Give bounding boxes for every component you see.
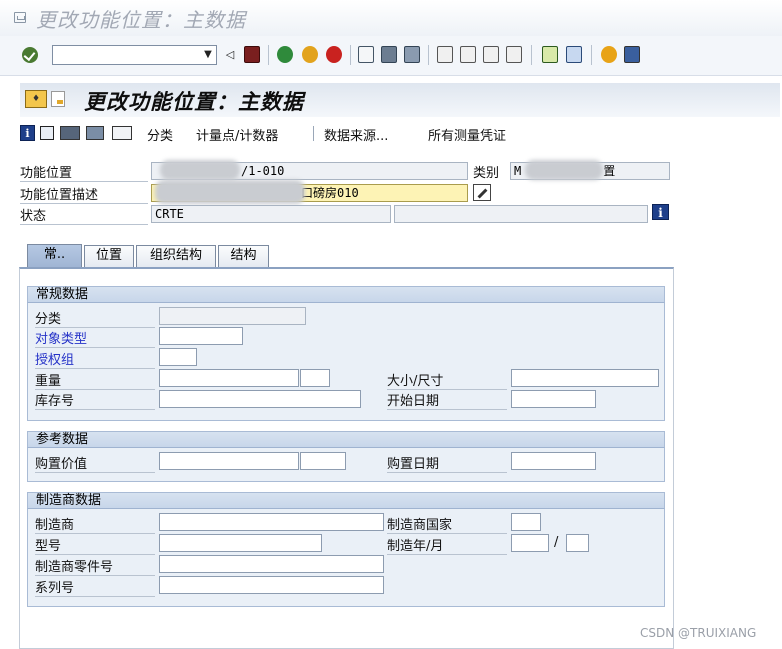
find-binoculars-icon[interactable] [60, 126, 80, 140]
object-type-label[interactable]: 对象类型 [35, 328, 155, 348]
inventory-no-label: 库存号 [35, 390, 155, 410]
tab-general[interactable]: 常.. [27, 244, 82, 268]
func-loc-desc-value: 口磅房010 [301, 186, 359, 200]
cancel-icon[interactable] [326, 46, 342, 63]
classification-button[interactable]: 分类 [147, 125, 173, 144]
general-data-title: 常规数据 [27, 286, 665, 303]
acq-currency-field[interactable] [300, 452, 346, 470]
category-value-suffix: 置 [603, 164, 616, 178]
func-loc-value: /1-010 [241, 164, 285, 178]
toolbar-separator [591, 45, 592, 65]
func-loc-label: 功能位置 [20, 162, 148, 182]
window-icon[interactable] [14, 12, 26, 23]
manufacturer-country-field[interactable] [511, 513, 541, 531]
weight-unit-field[interactable] [300, 369, 330, 387]
last-page-icon[interactable] [506, 46, 522, 63]
function-location-icon: ♦ [25, 90, 47, 108]
edit-long-text-icon[interactable] [473, 184, 491, 201]
class-label: 分类 [35, 308, 155, 328]
tab-organization[interactable]: 组织结构 [136, 245, 216, 267]
hierarchy-structure-icon[interactable] [86, 126, 104, 140]
status-field-2[interactable] [394, 205, 648, 223]
serial-no-field[interactable] [159, 576, 384, 594]
category-value-prefix: M [514, 164, 522, 178]
toolbar-separator [531, 45, 532, 65]
tab-location[interactable]: 位置 [84, 245, 134, 267]
size-label: 大小/尺寸 [387, 370, 507, 390]
save-icon[interactable] [244, 46, 260, 63]
new-session-icon[interactable] [542, 46, 558, 63]
manufacturer-country-label: 制造商国家 [387, 514, 507, 534]
command-field[interactable] [52, 45, 217, 65]
model-label: 型号 [35, 535, 155, 555]
year-month-separator: / [554, 535, 559, 550]
help-icon[interactable] [601, 46, 617, 63]
document-icon [51, 91, 65, 107]
weight-field[interactable] [159, 369, 299, 387]
tab-structure[interactable]: 结构 [218, 245, 269, 267]
shortcut-icon[interactable] [566, 46, 582, 63]
construction-month-field[interactable] [566, 534, 589, 552]
first-page-icon[interactable] [437, 46, 453, 63]
reference-data-title: 参考数据 [27, 431, 665, 448]
toolbar-separator [313, 126, 314, 141]
manufacturer-data-title: 制造商数据 [27, 492, 665, 509]
redaction-blur [160, 160, 240, 180]
watermark: CSDN @TRUIXIANG [640, 626, 757, 640]
toolbar-separator [428, 45, 429, 65]
status-label: 状态 [20, 205, 148, 225]
acq-date-label: 购置日期 [387, 453, 507, 473]
redaction-blur [525, 160, 603, 180]
auth-group-field[interactable] [159, 348, 197, 366]
acq-value-field[interactable] [159, 452, 299, 470]
list-icon[interactable] [40, 126, 54, 140]
back-icon[interactable] [277, 46, 293, 63]
part-no-label: 制造商零件号 [35, 556, 155, 576]
exit-icon[interactable] [302, 46, 318, 63]
toolbar-separator [350, 45, 351, 65]
inventory-no-field[interactable] [159, 390, 361, 408]
part-no-field[interactable] [159, 555, 384, 573]
redaction-blur [155, 180, 305, 204]
manufacturer-field[interactable] [159, 513, 384, 531]
status-info-icon[interactable]: i [652, 204, 669, 220]
command-dropdown-arrow-icon[interactable]: ▼ [200, 46, 216, 64]
serial-no-label: 系列号 [35, 577, 155, 597]
weight-label: 重量 [35, 370, 155, 390]
print-icon[interactable] [358, 46, 374, 63]
category-label: 类别 [473, 166, 500, 181]
data-origin-button[interactable]: 数据来源... [324, 125, 388, 144]
window-title: 更改功能位置：主数据 [36, 8, 246, 32]
org-chart-icon[interactable] [112, 126, 132, 140]
layout-icon[interactable] [624, 46, 640, 63]
previous-page-icon[interactable] [460, 46, 476, 63]
manufacturer-label: 制造商 [35, 514, 155, 534]
construction-year-month-label: 制造年/月 [387, 535, 507, 555]
acq-value-label: 购置价值 [35, 453, 155, 473]
start-date-field[interactable] [511, 390, 596, 408]
toolbar-separator [268, 45, 269, 65]
status-field[interactable]: CRTE [151, 205, 391, 223]
size-field[interactable] [511, 369, 659, 387]
enter-check-icon[interactable] [22, 47, 38, 63]
start-date-label: 开始日期 [387, 390, 507, 410]
class-field[interactable] [159, 307, 306, 325]
all-measurement-documents-button[interactable]: 所有测量凭证 [428, 125, 506, 144]
func-loc-desc-label: 功能位置描述 [20, 184, 148, 204]
measuring-points-button[interactable]: 计量点/计数器 [196, 125, 278, 144]
info-icon[interactable]: i [20, 125, 35, 141]
back-triangle-icon[interactable]: ◁ [222, 46, 238, 63]
find-icon[interactable] [381, 46, 397, 63]
construction-year-field[interactable] [511, 534, 549, 552]
find-next-icon[interactable] [404, 46, 420, 63]
model-field[interactable] [159, 534, 322, 552]
next-page-icon[interactable] [483, 46, 499, 63]
auth-group-label[interactable]: 授权组 [35, 349, 155, 369]
page-title: 更改功能位置：主数据 [84, 89, 304, 114]
object-type-field[interactable] [159, 327, 243, 345]
acq-date-field[interactable] [511, 452, 596, 470]
